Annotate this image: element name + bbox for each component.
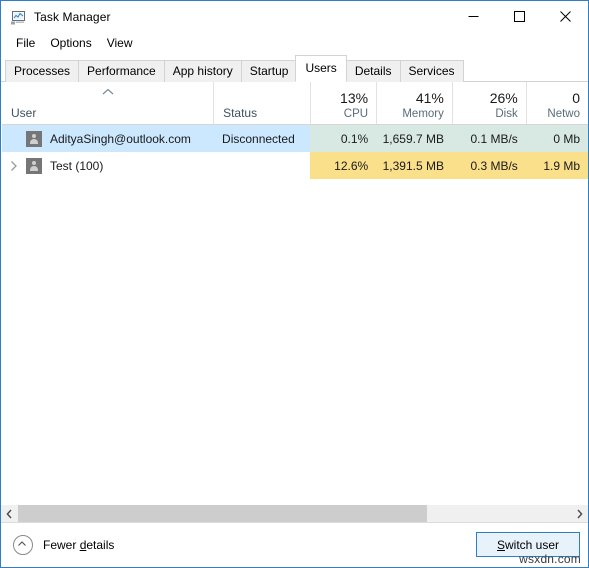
network-total-value: 0 [572, 90, 580, 106]
minimize-icon [468, 16, 478, 17]
watermark: wsxdn.com [519, 552, 581, 566]
window-title: Task Manager [34, 9, 111, 24]
close-button[interactable] [542, 1, 588, 32]
menu-item-options[interactable]: Options [43, 34, 99, 52]
maximize-icon [513, 11, 525, 22]
scrollbar-thumb[interactable] [18, 505, 428, 522]
column-header-status-label: Status [223, 106, 258, 120]
tab-processes[interactable]: Processes [5, 60, 80, 82]
minimize-button[interactable] [450, 1, 496, 32]
fewer-details-button[interactable]: Fewer details [13, 535, 114, 555]
column-header-network[interactable]: 0 Netwo [525, 82, 588, 124]
memory-total-percent: 41% [415, 90, 444, 106]
table-row[interactable]: AdityaSingh@outlook.com Disconnected 0.1… [2, 125, 588, 152]
column-header-disk[interactable]: 26% Disk [451, 82, 526, 124]
column-header-cpu-label: CPU [343, 108, 369, 120]
scroll-right-button[interactable] [571, 505, 588, 522]
column-header-network-label: Netwo [547, 108, 580, 120]
tab-performance[interactable]: Performance [78, 60, 165, 82]
chevron-left-icon [6, 509, 12, 518]
menu-bar: File Options View [1, 32, 588, 53]
maximize-button[interactable] [496, 1, 542, 32]
task-manager-window: Task Manager File Options View Processes… [0, 0, 589, 568]
column-header-cpu[interactable]: 13% CPU [309, 82, 376, 124]
column-header-row: User Status 13% CPU 41% Memory 26% Disk … [2, 82, 588, 125]
user-account-icon [26, 157, 42, 174]
horizontal-scrollbar[interactable] [1, 504, 588, 522]
users-list-area: User Status 13% CPU 41% Memory 26% Disk … [1, 82, 588, 504]
sort-ascending-icon [102, 88, 113, 95]
task-manager-icon [10, 9, 26, 25]
row-memory-cell: 1,391.5 MB [376, 152, 452, 179]
tab-app-history[interactable]: App history [163, 60, 242, 82]
row-user-cell: AdityaSingh@outlook.com [2, 125, 213, 152]
row-status-cell [213, 152, 310, 179]
row-disk-cell: 0.1 MB/s [451, 125, 526, 152]
chevron-right-icon [11, 160, 17, 171]
tab-details[interactable]: Details [345, 60, 401, 82]
column-header-memory[interactable]: 41% Memory [376, 82, 452, 124]
tab-strip: Processes Performance App history Startu… [1, 53, 588, 82]
row-memory-cell: 1,659.7 MB [376, 125, 452, 152]
scrollbar-track[interactable] [18, 505, 571, 522]
tab-services[interactable]: Services [399, 60, 464, 82]
column-header-memory-label: Memory [402, 108, 444, 120]
chevron-right-icon [577, 509, 583, 518]
row-user-label: Test (100) [50, 158, 104, 173]
chevron-up-circle-icon [13, 535, 33, 555]
menu-item-file[interactable]: File [9, 34, 43, 52]
row-status-cell: Disconnected [222, 131, 295, 146]
tab-users[interactable]: Users [295, 55, 347, 82]
menu-item-view[interactable]: View [100, 34, 141, 52]
column-header-status[interactable]: Status [213, 82, 310, 124]
row-user-label: AdityaSingh@outlook.com [50, 131, 191, 146]
window-controls [450, 1, 588, 32]
cpu-total-percent: 13% [340, 90, 369, 106]
table-row[interactable]: Test (100) 12.6% 1,391.5 MB 0.3 MB/s 1.9… [2, 152, 588, 179]
row-expander-toggle[interactable] [2, 160, 26, 172]
disk-total-percent: 26% [489, 90, 518, 106]
status-bar: Fewer details Switch user wsxdn.com [1, 522, 588, 567]
close-icon [559, 11, 571, 22]
row-cpu-cell: 0.1% [310, 125, 377, 152]
switch-user-label: Switch user [496, 537, 560, 552]
row-disk-cell: 0.3 MB/s [451, 152, 526, 179]
column-header-user-label: User [11, 106, 37, 120]
scroll-left-button[interactable] [1, 505, 18, 522]
fewer-details-label: Fewer details [43, 538, 115, 552]
title-bar: Task Manager [1, 1, 588, 32]
user-account-icon [26, 130, 42, 147]
row-cpu-cell: 12.6% [310, 152, 377, 179]
column-header-disk-label: Disk [495, 108, 518, 120]
row-network-cell: 1.9 Mb [525, 152, 588, 179]
row-network-cell: 0 Mb [525, 125, 588, 152]
row-user-cell: Test (100) [2, 152, 213, 179]
column-header-user[interactable]: User [2, 82, 213, 124]
users-rows: AdityaSingh@outlook.com Disconnected 0.1… [2, 125, 588, 179]
tab-startup[interactable]: Startup [240, 60, 298, 82]
